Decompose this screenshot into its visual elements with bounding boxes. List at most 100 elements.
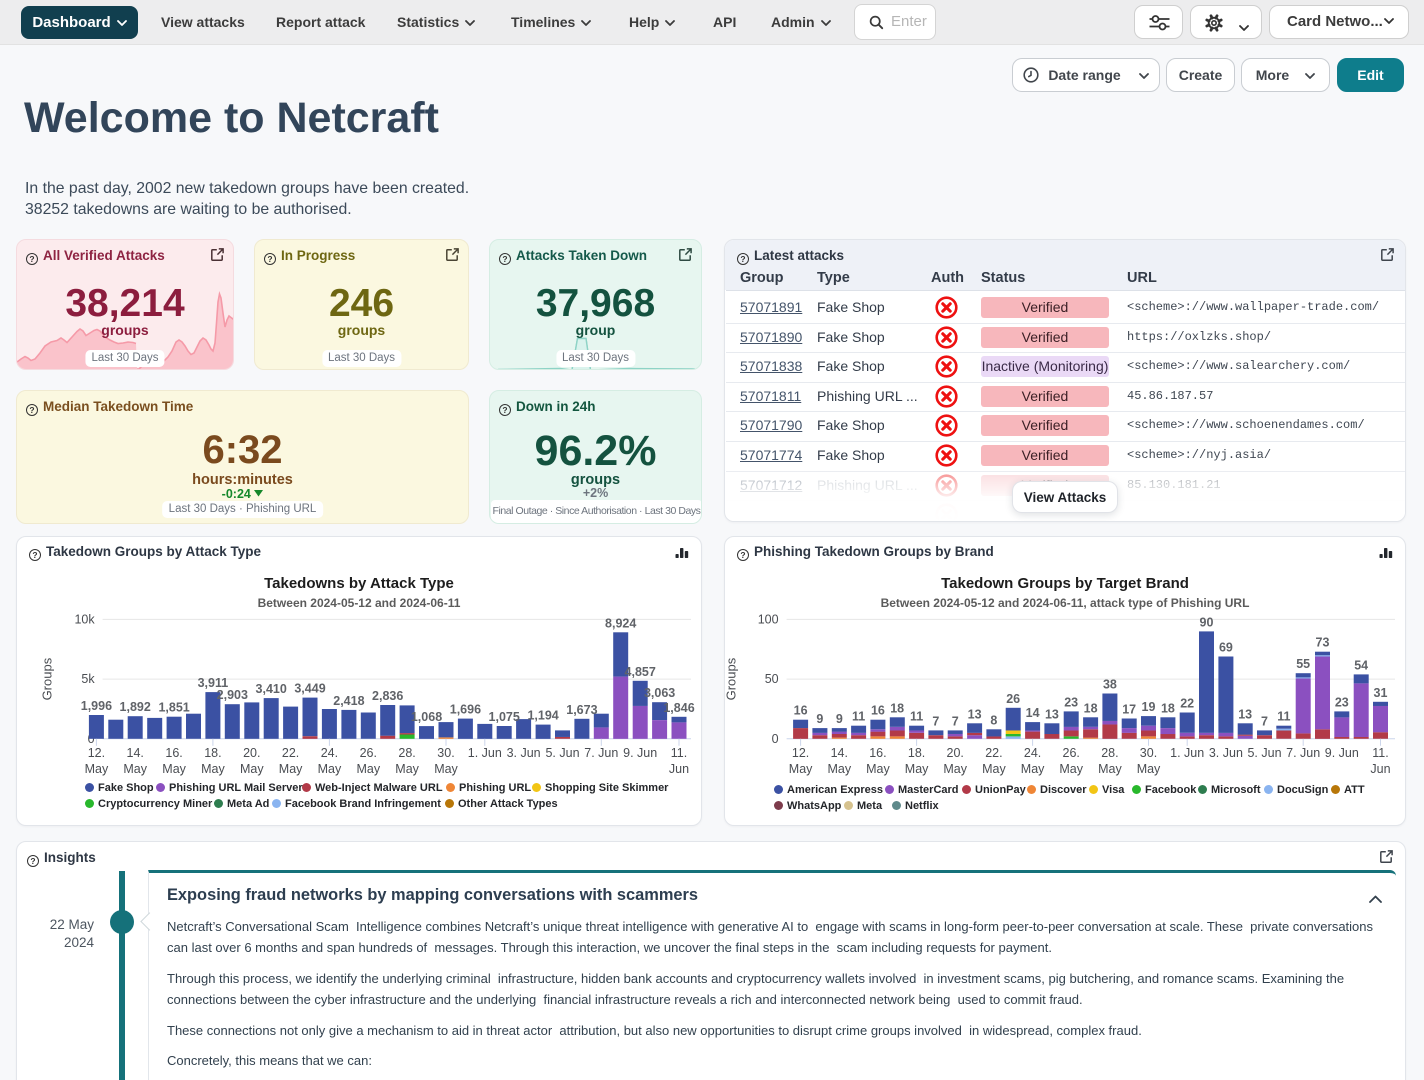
svg-text:23: 23 xyxy=(1064,695,1078,709)
svg-text:Jun: Jun xyxy=(669,762,689,776)
svg-text:1,846: 1,846 xyxy=(663,701,694,715)
svg-text:16: 16 xyxy=(871,704,885,718)
svg-text:May: May xyxy=(123,762,147,776)
svg-text:22.: 22. xyxy=(282,746,299,760)
svg-text:2,903: 2,903 xyxy=(217,688,248,702)
svg-text:10k: 10k xyxy=(74,612,95,626)
svg-text:May: May xyxy=(356,762,380,776)
svg-text:19: 19 xyxy=(1142,700,1156,714)
svg-text:16: 16 xyxy=(794,704,808,718)
svg-text:23: 23 xyxy=(1335,695,1349,709)
svg-text:1,892: 1,892 xyxy=(120,700,151,714)
svg-text:30.: 30. xyxy=(437,746,454,760)
svg-text:69: 69 xyxy=(1219,641,1233,655)
svg-text:11: 11 xyxy=(910,710,923,724)
svg-text:9: 9 xyxy=(836,712,843,726)
svg-text:22: 22 xyxy=(1180,697,1194,711)
svg-text:9. Jun: 9. Jun xyxy=(623,746,657,760)
svg-text:9: 9 xyxy=(816,712,823,726)
svg-text:3. Jun: 3. Jun xyxy=(507,746,541,760)
svg-text:1,851: 1,851 xyxy=(158,701,189,715)
svg-text:3,449: 3,449 xyxy=(294,682,325,696)
svg-text:May: May xyxy=(395,762,419,776)
svg-text:2,836: 2,836 xyxy=(372,689,403,703)
svg-text:100: 100 xyxy=(758,612,779,626)
svg-text:May: May xyxy=(1059,762,1083,776)
svg-text:18: 18 xyxy=(890,701,904,715)
svg-text:12.: 12. xyxy=(88,746,105,760)
svg-text:May: May xyxy=(162,762,186,776)
svg-text:1,194: 1,194 xyxy=(527,709,558,723)
svg-text:18: 18 xyxy=(1161,701,1175,715)
svg-text:11.: 11. xyxy=(1372,746,1388,760)
svg-text:7: 7 xyxy=(1261,714,1268,728)
svg-text:5k: 5k xyxy=(81,672,95,686)
svg-text:3. Jun: 3. Jun xyxy=(1209,746,1243,760)
svg-text:May: May xyxy=(279,762,303,776)
svg-text:28.: 28. xyxy=(1101,746,1118,760)
svg-text:90: 90 xyxy=(1200,615,1214,629)
svg-text:11.: 11. xyxy=(671,746,687,760)
svg-text:13: 13 xyxy=(968,707,982,721)
svg-text:26.: 26. xyxy=(1063,746,1080,760)
svg-text:7. Jun: 7. Jun xyxy=(1286,746,1320,760)
svg-text:1,068: 1,068 xyxy=(411,710,442,724)
svg-text:18: 18 xyxy=(1084,701,1098,715)
svg-text:5. Jun: 5. Jun xyxy=(1247,746,1281,760)
svg-text:May: May xyxy=(85,762,109,776)
svg-text:3,410: 3,410 xyxy=(256,682,287,696)
svg-text:16.: 16. xyxy=(869,746,886,760)
svg-text:May: May xyxy=(905,762,929,776)
svg-text:8,924: 8,924 xyxy=(605,616,636,630)
svg-text:1,696: 1,696 xyxy=(450,703,481,717)
svg-text:9. Jun: 9. Jun xyxy=(1325,746,1359,760)
svg-text:1,996: 1,996 xyxy=(81,699,112,713)
svg-text:31: 31 xyxy=(1374,686,1388,700)
svg-text:24.: 24. xyxy=(321,746,338,760)
svg-text:0: 0 xyxy=(772,732,779,746)
svg-text:26: 26 xyxy=(1006,692,1020,706)
svg-text:30.: 30. xyxy=(1140,746,1157,760)
svg-text:5. Jun: 5. Jun xyxy=(545,746,579,760)
svg-text:73: 73 xyxy=(1316,636,1330,650)
svg-text:Groups: Groups xyxy=(725,657,739,700)
svg-text:4,857: 4,857 xyxy=(625,665,656,679)
svg-text:7: 7 xyxy=(952,714,959,728)
svg-text:12.: 12. xyxy=(792,746,809,760)
svg-text:1,075: 1,075 xyxy=(489,710,520,724)
svg-text:24.: 24. xyxy=(1024,746,1041,760)
svg-text:13: 13 xyxy=(1238,707,1252,721)
svg-text:20.: 20. xyxy=(243,746,260,760)
svg-text:May: May xyxy=(943,762,967,776)
svg-text:3,063: 3,063 xyxy=(644,686,675,700)
svg-text:38: 38 xyxy=(1103,678,1117,692)
svg-text:May: May xyxy=(789,762,813,776)
svg-text:1. Jun: 1. Jun xyxy=(468,746,502,760)
svg-text:May: May xyxy=(1137,762,1161,776)
svg-text:Jun: Jun xyxy=(1370,762,1390,776)
svg-text:May: May xyxy=(240,762,264,776)
svg-text:55: 55 xyxy=(1296,657,1310,671)
svg-text:11: 11 xyxy=(1277,710,1290,724)
svg-text:11: 11 xyxy=(852,710,865,724)
svg-text:1. Jun: 1. Jun xyxy=(1170,746,1204,760)
svg-text:May: May xyxy=(318,762,342,776)
svg-text:May: May xyxy=(982,762,1006,776)
svg-text:18.: 18. xyxy=(908,746,925,760)
svg-text:16.: 16. xyxy=(165,746,182,760)
svg-text:May: May xyxy=(434,762,458,776)
svg-text:2,418: 2,418 xyxy=(333,694,364,708)
svg-text:1,673: 1,673 xyxy=(566,703,597,717)
svg-text:20.: 20. xyxy=(947,746,964,760)
svg-text:7. Jun: 7. Jun xyxy=(584,746,618,760)
svg-text:13: 13 xyxy=(1045,707,1059,721)
svg-text:8: 8 xyxy=(990,713,997,727)
svg-text:May: May xyxy=(1021,762,1045,776)
svg-text:May: May xyxy=(866,762,890,776)
svg-text:14.: 14. xyxy=(831,746,848,760)
svg-text:50: 50 xyxy=(765,672,779,686)
svg-text:7: 7 xyxy=(932,714,939,728)
svg-text:May: May xyxy=(827,762,851,776)
svg-text:May: May xyxy=(1098,762,1122,776)
svg-text:28.: 28. xyxy=(398,746,415,760)
